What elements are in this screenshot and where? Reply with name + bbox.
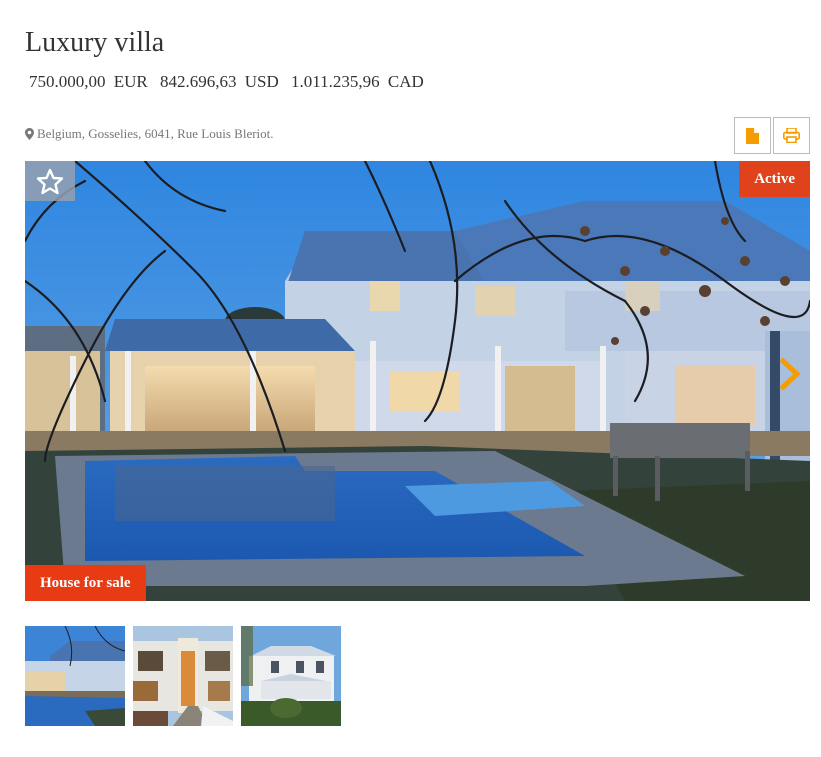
file-icon	[746, 127, 759, 144]
map-marker-icon	[25, 128, 34, 140]
price-cad: 1.011.235,96 CAD	[291, 72, 424, 91]
main-gallery-image[interactable]: Active House for sale	[25, 161, 810, 601]
price-eur: 750.000,00 EUR	[29, 72, 148, 91]
price-usd: 842.696,63 USD	[160, 72, 279, 91]
pdf-document-button[interactable]	[734, 117, 771, 154]
listing-title: Luxury villa	[25, 27, 165, 58]
status-badge: Active	[739, 161, 810, 197]
favorite-button[interactable]	[25, 161, 75, 201]
thumbnail-image	[133, 626, 233, 726]
print-button[interactable]	[773, 117, 810, 154]
price-list: 750.000,00 EUR 842.696,63 USD 1.011.235,…	[29, 72, 432, 92]
thumbnail-image	[25, 626, 125, 726]
thumbnail-3[interactable]	[241, 626, 341, 726]
chevron-right-icon[interactable]	[778, 357, 802, 391]
thumbnail-image	[241, 626, 341, 726]
address-text: Belgium, Gosselies, 6041, Rue Louis Bler…	[37, 126, 274, 141]
star-outline-icon	[36, 168, 64, 194]
thumbnail-2[interactable]	[133, 626, 233, 726]
thumbnail-1[interactable]	[25, 626, 125, 726]
property-type-badge: House for sale	[25, 565, 146, 601]
villa-photo	[25, 161, 810, 601]
print-icon	[783, 128, 800, 143]
address: Belgium, Gosselies, 6041, Rue Louis Bler…	[25, 126, 274, 142]
thumbnail-strip	[25, 626, 341, 726]
